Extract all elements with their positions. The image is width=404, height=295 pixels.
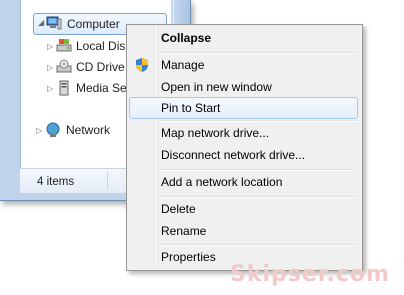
menu-item-add-network-location[interactable]: Add a network location bbox=[129, 171, 358, 193]
menu-item-rename[interactable]: Rename bbox=[129, 220, 358, 242]
menu-item-map-network-drive[interactable]: Map network drive... bbox=[129, 122, 358, 144]
menu-item-open-new-window[interactable]: Open in new window bbox=[129, 76, 358, 98]
uac-shield-icon bbox=[136, 58, 148, 72]
menu-item-collapse[interactable]: Collapse bbox=[129, 27, 358, 49]
context-menu: Collapse Manage Open in new window Pin t… bbox=[126, 24, 363, 271]
tree-label-media-server[interactable]: Media Se bbox=[76, 81, 127, 95]
network-icon bbox=[46, 122, 60, 137]
tree-label-cd-drive[interactable]: CD Drive bbox=[76, 60, 125, 74]
collapsed-arrow-icon[interactable]: ▷ bbox=[47, 42, 53, 51]
tree-label-network[interactable]: Network bbox=[66, 123, 110, 137]
menu-item-pin-to-start[interactable]: Pin to Start bbox=[129, 97, 358, 119]
collapsed-arrow-icon[interactable]: ▷ bbox=[47, 84, 53, 93]
tree-label-computer: Computer bbox=[67, 17, 120, 31]
watermark-text: Skipser.com bbox=[230, 262, 390, 287]
menu-item-manage[interactable]: Manage bbox=[129, 54, 358, 76]
item-count: 4 items bbox=[37, 176, 75, 188]
collapsed-arrow-icon[interactable]: ▷ bbox=[36, 126, 42, 135]
drive-icon bbox=[56, 39, 72, 52]
media-server-icon bbox=[59, 80, 69, 96]
cd-drive-icon bbox=[56, 59, 72, 73]
collapsed-arrow-icon[interactable]: ▷ bbox=[47, 63, 53, 72]
menu-item-disconnect-network-drive[interactable]: Disconnect network drive... bbox=[129, 144, 358, 166]
expanded-arrow-icon[interactable]: ◢ bbox=[38, 18, 44, 27]
tree-label-local-disk[interactable]: Local Disk bbox=[76, 39, 131, 53]
menu-item-delete[interactable]: Delete bbox=[129, 198, 358, 220]
computer-icon bbox=[46, 16, 62, 30]
